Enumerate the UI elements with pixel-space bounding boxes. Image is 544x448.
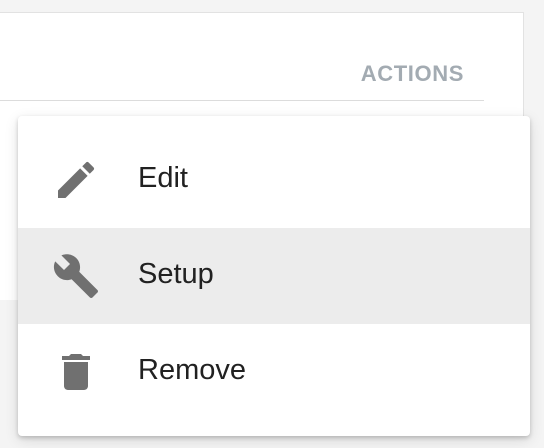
menu-item-remove[interactable]: Remove [18, 324, 530, 420]
menu-item-label: Remove [138, 354, 246, 386]
actions-header-label: ACTIONS [360, 61, 464, 86]
wrench-icon [52, 252, 100, 300]
menu-item-label: Setup [138, 258, 214, 290]
menu-item-setup[interactable]: Setup [18, 228, 530, 324]
trash-icon [52, 348, 100, 396]
pencil-icon [52, 156, 100, 204]
actions-column-header: ACTIONS [0, 53, 484, 101]
menu-item-label: Edit [138, 162, 188, 194]
actions-menu: Edit Setup Remove [18, 116, 530, 436]
menu-item-edit[interactable]: Edit [18, 132, 530, 228]
